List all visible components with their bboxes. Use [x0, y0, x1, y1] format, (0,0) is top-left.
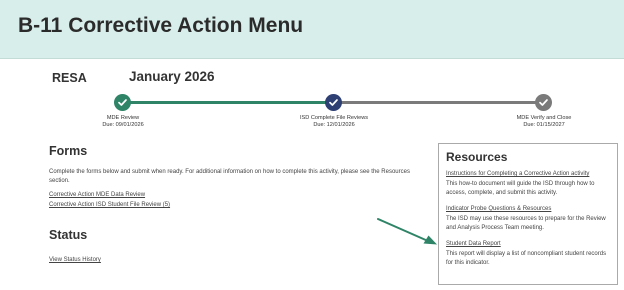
annotation-arrow	[377, 218, 437, 245]
